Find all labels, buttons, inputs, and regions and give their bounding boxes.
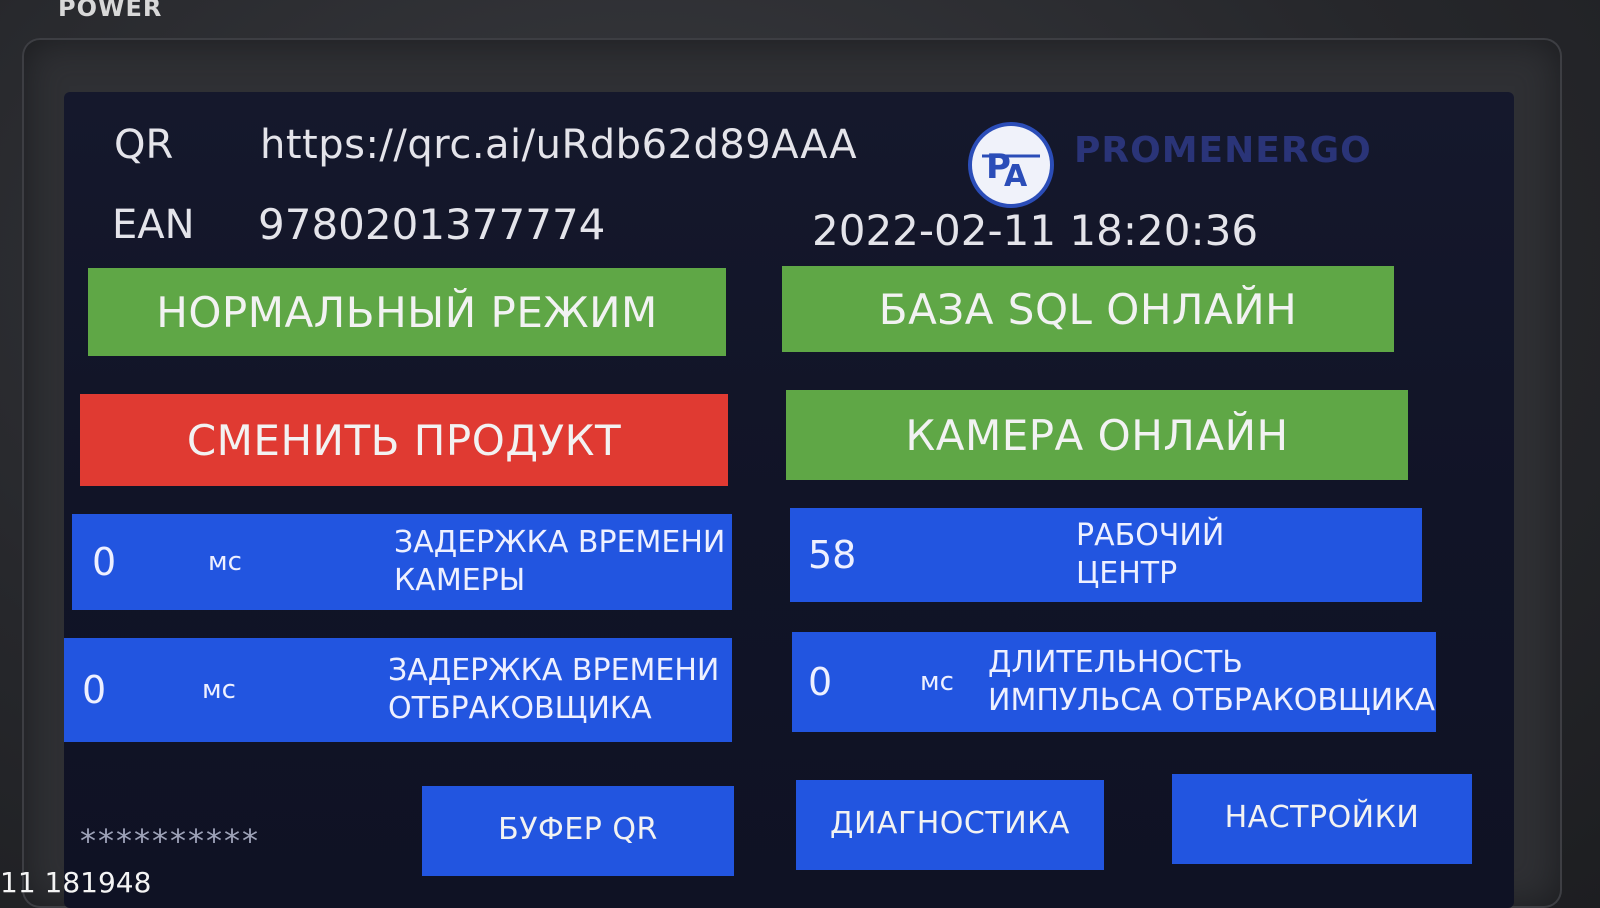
settings-button[interactable]: НАСТРОЙКИ	[1172, 774, 1472, 864]
rejector-pulse-field[interactable]: 0 мс ДЛИТЕЛЬНОСТЬ ИМПУЛЬСА ОТБРАКОВЩИКА	[792, 632, 1436, 732]
work-center-label: РАБОЧИЙ ЦЕНТР	[1076, 518, 1225, 591]
ean-value: 9780201377774	[258, 200, 606, 249]
rejector-delay-label: ЗАДЕРЖКА ВРЕМЕНИ ОТБРАКОВЩИКА	[388, 653, 720, 726]
work-center-field[interactable]: 58 РАБОЧИЙ ЦЕНТР	[790, 508, 1422, 602]
sql-database-status: БАЗА SQL ОНЛАЙН	[782, 266, 1394, 352]
work-center-value: 58	[808, 533, 857, 577]
rejector-pulse-unit: мс	[920, 667, 954, 697]
hmi-device: POWER QR https://qrc.ai/uRdb62d89AAA EAN…	[0, 0, 1600, 908]
qr-label: QR	[114, 122, 174, 168]
power-label: POWER	[58, 0, 163, 22]
company-logo-text: PROMENERGO	[1074, 130, 1372, 171]
qr-buffer-button[interactable]: БУФЕР QR	[422, 786, 734, 876]
camera-delay-label: ЗАДЕРЖКА ВРЕМЕНИ КАМЕРЫ	[394, 525, 726, 598]
current-datetime: 2022-02-11 18:20:36	[812, 206, 1259, 255]
qr-value: https://qrc.ai/uRdb62d89AAA	[260, 122, 858, 168]
camera-delay-value: 0	[92, 540, 117, 584]
diagnostics-button[interactable]: ДИАГНОСТИКА	[796, 780, 1104, 870]
camera-delay-field[interactable]: 0 мс ЗАДЕРЖКА ВРЕМЕНИ КАМЕРЫ	[72, 514, 732, 610]
touch-screen: QR https://qrc.ai/uRdb62d89AAA EAN 97802…	[64, 92, 1514, 908]
svg-text:A: A	[1004, 159, 1028, 194]
ean-label: EAN	[112, 202, 195, 248]
password-mask[interactable]: **********	[80, 822, 260, 860]
rejector-delay-value: 0	[82, 668, 107, 712]
change-product-button[interactable]: СМЕНИТЬ ПРОДУКТ	[80, 394, 728, 486]
rejector-delay-field[interactable]: 0 мс ЗАДЕРЖКА ВРЕМЕНИ ОТБРАКОВЩИКА	[64, 638, 732, 742]
video-timestamp-overlay: 11 181948	[0, 866, 152, 899]
normal-mode-indicator[interactable]: НОРМАЛЬНЫЙ РЕЖИМ	[88, 268, 726, 356]
company-logo-icon: P A	[968, 122, 1054, 208]
camera-status: КАМЕРА ОНЛАЙН	[786, 390, 1408, 480]
rejector-pulse-label: ДЛИТЕЛЬНОСТЬ ИМПУЛЬСА ОТБРАКОВЩИКА	[988, 645, 1436, 718]
rejector-delay-unit: мс	[202, 675, 236, 705]
camera-delay-unit: мс	[208, 547, 242, 577]
rejector-pulse-value: 0	[808, 660, 833, 704]
